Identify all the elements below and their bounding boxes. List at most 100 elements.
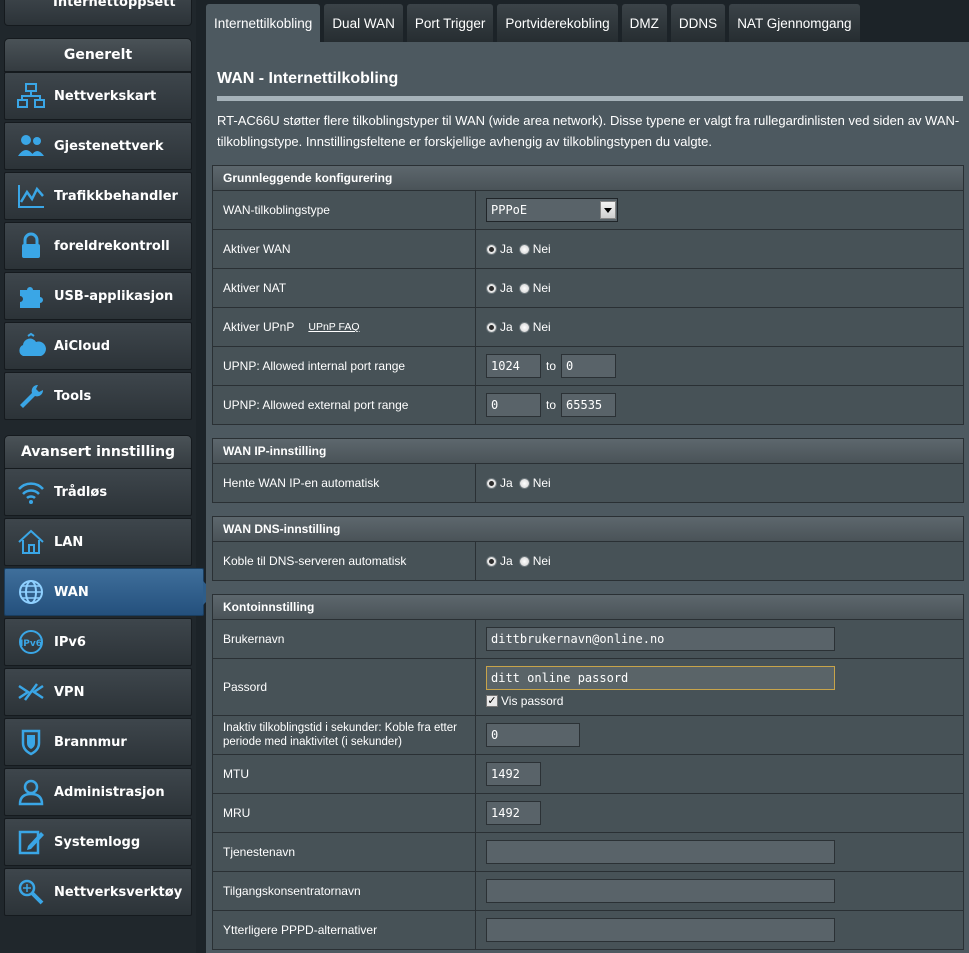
tab-dual-wan[interactable]: Dual WAN xyxy=(324,4,403,42)
tab-dmz[interactable]: DMZ xyxy=(621,4,667,42)
upnp-internal-to-input[interactable]: 0 xyxy=(561,354,617,378)
radio-label: Nei xyxy=(532,554,551,568)
field-label: Koble til DNS-serveren automatisk xyxy=(213,542,476,580)
sidebar-item-label: Trafikkbehandler xyxy=(54,188,178,204)
sidebar-item-aicloud[interactable]: AiCloud xyxy=(4,322,192,370)
enable-wan-no[interactable]: Nei xyxy=(518,242,551,256)
radio-unchecked[interactable] xyxy=(518,555,530,567)
wan-ip-auto-row: Hente WAN IP-en automatisk Ja Nei xyxy=(212,464,964,503)
radio-unchecked[interactable] xyxy=(518,477,530,489)
vpn-icon xyxy=(9,668,53,716)
wan-ip-auto-no[interactable]: Nei xyxy=(518,476,551,490)
field-label: Inaktiv tilkoblingstid i sekunder: Koble… xyxy=(213,716,476,754)
field-label: WAN-tilkoblingstype xyxy=(213,191,476,229)
sidebar-item-label: Systemlogg xyxy=(54,834,141,850)
field-label-wrap: Aktiver UPnP UPnP FAQ xyxy=(213,308,476,346)
radio-label: Nei xyxy=(532,281,551,295)
sidebar-item-ipv6[interactable]: IPv6 IPv6 xyxy=(4,618,192,666)
radio-checked[interactable] xyxy=(486,321,497,333)
access-concentrator-input[interactable] xyxy=(486,879,835,903)
sidebar-item-firewall[interactable]: Brannmur xyxy=(4,718,192,766)
access-concentrator-row: Tilgangskonsentratornavn xyxy=(212,872,964,911)
sidebar-item-usb-application[interactable]: USB-applikasjon xyxy=(4,272,192,320)
tab-nat-passthrough[interactable]: NAT Gjennomgang xyxy=(729,4,860,42)
field-label: Passord xyxy=(213,659,476,715)
mru-row: MRU 1492 xyxy=(212,794,964,833)
radio-checked[interactable] xyxy=(486,243,497,255)
pppd-options-input[interactable] xyxy=(486,918,835,942)
tab-port-forwarding[interactable]: Portviderekobling xyxy=(497,4,618,42)
tab-internet-connection[interactable]: Internettilkobling xyxy=(206,4,321,42)
upnp-internal-range-row: UPNP: Allowed internal port range 1024 t… xyxy=(212,347,964,386)
service-name-input[interactable] xyxy=(486,840,835,864)
wifi-icon xyxy=(9,468,53,516)
sidebar-item-tools[interactable]: Tools xyxy=(4,372,192,420)
show-password-label: Vis passord xyxy=(501,694,564,708)
enable-upnp-yes[interactable]: Ja xyxy=(486,320,513,334)
sidebar-item-vpn[interactable]: VPN xyxy=(4,668,192,716)
sidebar-item-internet-setup[interactable]: Internettoppsett xyxy=(4,0,192,26)
sidebar-item-guest-network[interactable]: Gjestenettverk xyxy=(4,122,192,170)
sidebar-item-parental-control[interactable]: foreldrekontroll xyxy=(4,222,192,270)
puzzle-icon xyxy=(9,272,53,320)
sidebar-item-network-tools[interactable]: Nettverksverktøy xyxy=(4,868,192,916)
sidebar-item-label: Brannmur xyxy=(54,734,127,750)
show-password-checkbox[interactable]: ✓ xyxy=(486,695,498,707)
password-input[interactable]: ditt online passord xyxy=(486,666,835,690)
radio-checked[interactable] xyxy=(486,555,497,567)
username-input[interactable]: dittbrukernavn@online.no xyxy=(486,627,835,651)
wan-dns-auto-yes[interactable]: Ja xyxy=(486,554,513,568)
enable-wan-yes[interactable]: Ja xyxy=(486,242,513,256)
enable-nat-no[interactable]: Nei xyxy=(518,281,551,295)
radio-label: Ja xyxy=(500,281,513,295)
tab-port-trigger[interactable]: Port Trigger xyxy=(406,4,494,42)
radio-unchecked[interactable] xyxy=(518,282,530,294)
sidebar-item-system-log[interactable]: Systemlogg xyxy=(4,818,192,866)
sidebar-item-label: Trådløs xyxy=(54,484,108,500)
wan-dns-auto-no[interactable]: Nei xyxy=(518,554,551,568)
sidebar-item-administration[interactable]: Administrasjon xyxy=(4,768,192,816)
radio-label: Ja xyxy=(500,554,513,568)
sidebar: Internettoppsett Generelt Nettverkskart … xyxy=(0,0,215,953)
sidebar-item-label: AiCloud xyxy=(54,338,111,354)
sidebar-item-label: IPv6 xyxy=(54,634,86,650)
radio-checked[interactable] xyxy=(486,282,497,294)
enable-wan-row: Aktiver WAN Ja Nei xyxy=(212,230,964,269)
sidebar-item-label: LAN xyxy=(54,534,84,550)
sidebar-item-label: Administrasjon xyxy=(54,784,165,800)
upnp-external-to-input[interactable]: 65535 xyxy=(561,393,617,417)
radio-unchecked[interactable] xyxy=(518,321,530,333)
sidebar-item-label: Internettoppsett xyxy=(53,0,176,10)
sidebar-item-traffic-manager[interactable]: Trafikkbehandler xyxy=(4,172,192,220)
field-label: Aktiver NAT xyxy=(213,269,476,307)
radio-unchecked[interactable] xyxy=(518,243,530,255)
mru-input[interactable]: 1492 xyxy=(486,801,541,825)
field-label: MRU xyxy=(213,794,476,832)
wan-type-select[interactable]: PPPoE xyxy=(486,198,618,222)
idle-time-row: Inaktiv tilkoblingstid i sekunder: Koble… xyxy=(212,716,964,755)
upnp-internal-from-input[interactable]: 1024 xyxy=(486,354,541,378)
field-label: Aktiver UPnP xyxy=(223,320,295,334)
upnp-faq-link[interactable]: UPnP FAQ xyxy=(308,321,359,333)
radio-label: Ja xyxy=(500,242,513,256)
upnp-external-from-input[interactable]: 0 xyxy=(486,393,541,417)
basic-config-section: Grunnleggende konfigurering WAN-tilkobli… xyxy=(212,165,964,425)
sidebar-item-wireless[interactable]: Trådløs xyxy=(4,468,192,516)
wrench-icon xyxy=(9,372,53,420)
idle-time-input[interactable]: 0 xyxy=(486,723,580,747)
sidebar-item-wan[interactable]: WAN xyxy=(4,568,215,616)
section-title: WAN DNS-innstilling xyxy=(212,516,964,542)
username-row: Brukernavn dittbrukernavn@online.no xyxy=(212,620,964,659)
section-header-advanced: Avansert innstilling xyxy=(4,435,192,469)
sidebar-item-network-map[interactable]: Nettverkskart xyxy=(4,72,192,120)
tab-ddns[interactable]: DDNS xyxy=(670,4,726,42)
enable-upnp-row: Aktiver UPnP UPnP FAQ Ja Nei xyxy=(212,308,964,347)
chevron-down-icon[interactable] xyxy=(600,201,616,219)
enable-nat-yes[interactable]: Ja xyxy=(486,281,513,295)
radio-checked[interactable] xyxy=(486,477,497,489)
mtu-input[interactable]: 1492 xyxy=(486,762,541,786)
wan-ip-auto-yes[interactable]: Ja xyxy=(486,476,513,490)
section-title: WAN IP-innstilling xyxy=(212,438,964,464)
enable-upnp-no[interactable]: Nei xyxy=(518,320,551,334)
sidebar-item-lan[interactable]: LAN xyxy=(4,518,192,566)
